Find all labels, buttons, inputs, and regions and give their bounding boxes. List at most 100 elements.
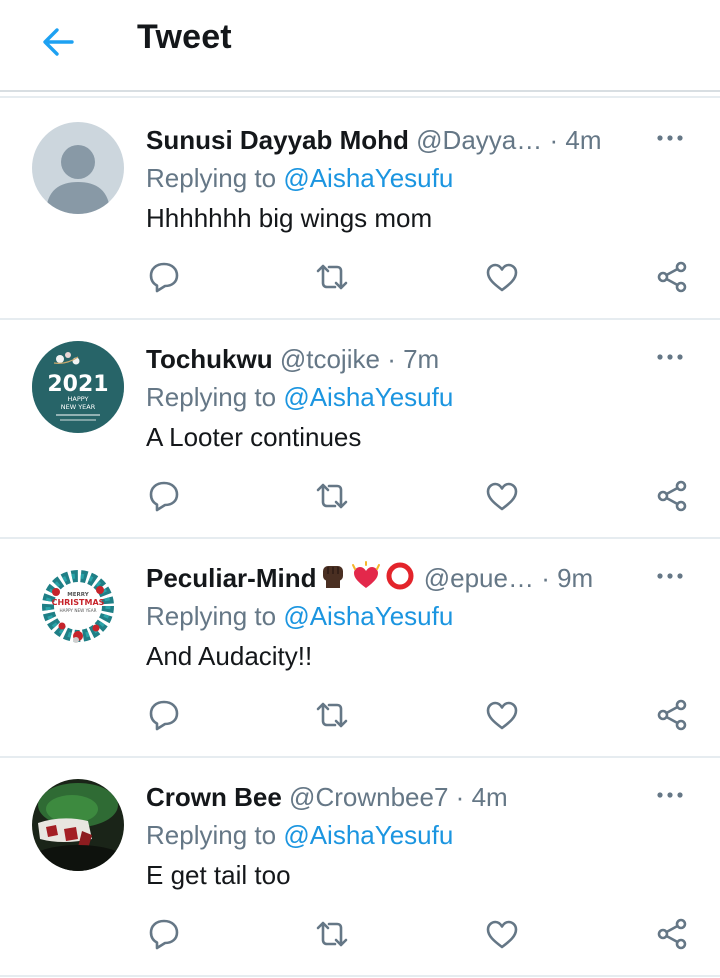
reply-button[interactable]: [146, 259, 182, 295]
like-icon: [484, 916, 520, 952]
like-icon: [484, 697, 520, 733]
replying-label: Replying to: [146, 820, 277, 850]
reply-icon: [146, 916, 182, 952]
author-handle[interactable]: @tcojike: [280, 344, 380, 374]
share-icon: [654, 259, 690, 295]
retweet-button[interactable]: [314, 259, 350, 295]
like-button[interactable]: [484, 697, 520, 733]
reply-header: Crown Bee @Crownbee7 · 4m: [146, 779, 626, 815]
action-bar: [146, 916, 690, 952]
more-options-button[interactable]: [654, 783, 686, 807]
reply-header: Peculiar-Mind @epue… · 9m: [146, 560, 626, 596]
retweet-button[interactable]: [314, 916, 350, 952]
author-handle[interactable]: @Dayya…: [416, 125, 542, 155]
separator-dot: ·: [541, 563, 550, 593]
back-button[interactable]: [38, 22, 78, 62]
arrow-left-icon: [38, 28, 78, 66]
more-options-button[interactable]: [654, 564, 686, 588]
share-icon: [654, 697, 690, 733]
retweet-icon: [314, 916, 350, 952]
mention-link[interactable]: @AishaYesufu: [283, 163, 453, 193]
author-name[interactable]: Peculiar-Mind: [146, 563, 316, 593]
share-icon: [654, 916, 690, 952]
avatar[interactable]: MERRY CHRISTMAS HAPPY NEW YEAR: [32, 560, 124, 652]
more-icon: [654, 573, 686, 592]
like-button[interactable]: [484, 259, 520, 295]
retweet-icon: [314, 259, 350, 295]
reply-text: Hhhhhhh big wings mom: [146, 203, 433, 233]
like-icon: [484, 478, 520, 514]
reply-button[interactable]: [146, 916, 182, 952]
page-title: Tweet: [137, 18, 232, 56]
more-icon: [654, 354, 686, 373]
share-button[interactable]: [654, 478, 690, 514]
reply-icon: [146, 697, 182, 733]
mention-link[interactable]: @AishaYesufu: [283, 382, 453, 412]
more-options-button[interactable]: [654, 126, 686, 150]
retweet-button[interactable]: [314, 478, 350, 514]
retweet-icon: [314, 697, 350, 733]
author-handle[interactable]: @epue…: [424, 563, 534, 593]
replying-label: Replying to: [146, 382, 277, 412]
avatar-greeting-line2: NEW YEAR: [61, 403, 96, 411]
top-bar: Tweet: [0, 0, 720, 92]
timestamp[interactable]: 9m: [557, 563, 593, 593]
mention-link[interactable]: @AishaYesufu: [283, 820, 453, 850]
separator-dot: ·: [549, 125, 559, 155]
share-button[interactable]: [654, 259, 690, 295]
timestamp[interactable]: 4m: [472, 782, 508, 812]
reply-item[interactable]: Crown Bee @Crownbee7 · 4m Replying to @A…: [0, 755, 720, 977]
more-options-button[interactable]: [654, 345, 686, 369]
timestamp[interactable]: 7m: [403, 344, 439, 374]
avatar-greeting-line2: CHRISTMAS: [52, 598, 105, 607]
avatar[interactable]: [32, 779, 124, 871]
retweet-button[interactable]: [314, 697, 350, 733]
action-bar: [146, 259, 690, 295]
action-bar: [146, 478, 690, 514]
avatar-year: 2021: [47, 372, 108, 397]
author-name[interactable]: Tochukwu: [146, 344, 273, 374]
avatar-greeting-line3: HAPPY NEW YEAR: [59, 608, 96, 613]
share-button[interactable]: [654, 697, 690, 733]
red-circle-icon: [384, 561, 416, 596]
separator-dot: ·: [387, 344, 396, 374]
reply-button[interactable]: [146, 697, 182, 733]
reply-text: E get tail too: [146, 860, 291, 890]
like-button[interactable]: [484, 478, 520, 514]
retweet-icon: [314, 478, 350, 514]
avatar-greeting-line1: HAPPY: [67, 395, 88, 403]
replying-label: Replying to: [146, 601, 277, 631]
separator-dot: ·: [455, 782, 465, 812]
like-icon: [484, 259, 520, 295]
reply-item[interactable]: MERRY CHRISTMAS HAPPY NEW YEAR Peculiar-…: [0, 536, 720, 758]
reply-text: And Audacity!!: [146, 641, 313, 671]
more-icon: [654, 135, 686, 154]
reply-text: A Looter continues: [146, 422, 362, 452]
share-button[interactable]: [654, 916, 690, 952]
avatar[interactable]: [32, 122, 124, 214]
replying-to-line: Replying to @AishaYesufu: [146, 379, 453, 415]
author-handle[interactable]: @Crownbee7: [289, 782, 448, 812]
avatar[interactable]: 2021 HAPPY NEW YEAR: [32, 341, 124, 433]
reply-icon: [146, 259, 182, 295]
timestamp[interactable]: 4m: [565, 125, 601, 155]
raised-fist-icon: [318, 561, 348, 596]
reply-header: Sunusi Dayyab Mohd @Dayya… · 4m: [146, 122, 626, 158]
share-icon: [654, 478, 690, 514]
author-name[interactable]: Crown Bee: [146, 782, 282, 812]
like-button[interactable]: [484, 916, 520, 952]
replying-to-line: Replying to @AishaYesufu: [146, 160, 453, 196]
sparkling-heart-icon: [350, 561, 382, 596]
mention-link[interactable]: @AishaYesufu: [283, 601, 453, 631]
reply-button[interactable]: [146, 478, 182, 514]
replying-to-line: Replying to @AishaYesufu: [146, 598, 453, 634]
reply-header: Tochukwu @tcojike · 7m: [146, 341, 626, 377]
reply-item[interactable]: 2021 HAPPY NEW YEAR Tochukwu @tcojike · …: [0, 317, 720, 539]
more-icon: [654, 792, 686, 811]
author-name[interactable]: Sunusi Dayyab Mohd: [146, 125, 409, 155]
reply-icon: [146, 478, 182, 514]
action-bar: [146, 697, 690, 733]
replying-label: Replying to: [146, 163, 277, 193]
reply-item[interactable]: Sunusi Dayyab Mohd @Dayya… · 4m Replying…: [0, 98, 720, 320]
replying-to-line: Replying to @AishaYesufu: [146, 817, 453, 853]
